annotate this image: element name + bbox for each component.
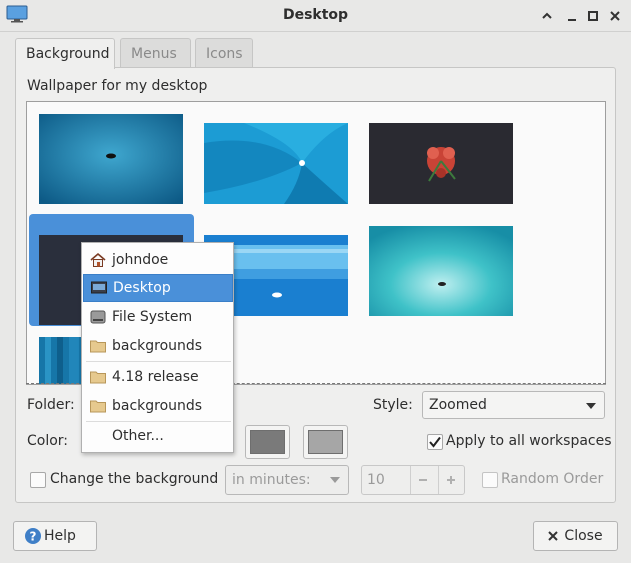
checkmark-icon (429, 436, 441, 448)
folder-menu[interactable]: johndoe Desktop File System backgrounds … (81, 242, 234, 453)
secondary-color-button[interactable] (303, 425, 348, 459)
menu-item-label: johndoe (112, 252, 169, 268)
maximize-icon (588, 11, 598, 21)
help-label: Help (44, 528, 76, 544)
apply-all-checkbox[interactable] (427, 434, 443, 450)
style-label: Style: (373, 397, 413, 413)
help-icon: ? (25, 528, 41, 544)
home-icon (89, 252, 107, 268)
menu-item-label: backgrounds (112, 398, 203, 414)
tab-label: Menus (131, 45, 177, 62)
plus-icon (446, 476, 455, 484)
wallpaper-thumb-blue-mouse[interactable] (39, 114, 183, 204)
wallpaper-thumb-blue-swirl[interactable] (204, 123, 348, 213)
menu-item-4-18-release[interactable]: 4.18 release (83, 363, 233, 391)
dropdown-arrow-icon (586, 403, 596, 409)
menu-item-backgrounds-2[interactable]: backgrounds (83, 392, 233, 420)
shade-button[interactable] (537, 6, 557, 26)
close-button[interactable]: Close (533, 521, 618, 551)
folder-icon (89, 338, 107, 354)
menu-item-label: File System (112, 309, 193, 325)
minimize-button[interactable] (562, 6, 582, 26)
interval-spinbutton[interactable]: 10 (361, 465, 465, 495)
wallpaper-thumb-teal-glow[interactable] (369, 226, 513, 316)
chevron-up-icon (542, 12, 552, 19)
close-label: Close (564, 528, 603, 544)
tab-label: Icons (206, 45, 243, 62)
random-order-label: Random Order (501, 471, 604, 487)
folder-icon (89, 369, 107, 385)
style-value: Zoomed (429, 397, 487, 413)
close-icon (610, 11, 620, 21)
menu-item-label: 4.18 release (112, 369, 199, 385)
menu-item-other[interactable]: Other... (83, 422, 233, 450)
change-background-label: Change the background (50, 471, 219, 487)
desktop-icon (90, 280, 108, 296)
secondary-color-swatch (308, 430, 343, 454)
primary-color-swatch (250, 430, 285, 454)
help-button[interactable]: ? Help (13, 521, 97, 551)
minimize-icon (568, 19, 576, 21)
tab-label: Background (26, 46, 110, 62)
menu-separator (86, 361, 231, 362)
tab-icons[interactable]: Icons (195, 38, 253, 68)
random-order-checkbox[interactable] (482, 472, 498, 488)
minus-icon (418, 479, 427, 481)
tab-menus[interactable]: Menus (120, 38, 191, 68)
color-label: Color: (27, 433, 69, 449)
apply-all-label: Apply to all workspaces (446, 433, 612, 449)
change-background-checkbox[interactable] (30, 472, 46, 488)
menu-item-file-system[interactable]: File System (83, 303, 233, 331)
menu-item-backgrounds[interactable]: backgrounds (83, 332, 233, 360)
increment-button[interactable] (438, 466, 462, 494)
folder-icon (89, 398, 107, 414)
style-combo[interactable]: Zoomed (422, 391, 605, 419)
dropdown-arrow-icon (330, 477, 340, 483)
folder-label: Folder: (27, 397, 75, 413)
menu-item-label: backgrounds (112, 338, 203, 354)
close-window-button[interactable] (605, 6, 625, 26)
drive-icon (89, 309, 107, 325)
menu-item-label: Desktop (113, 280, 171, 296)
section-label: Wallpaper for my desktop (27, 78, 208, 94)
wallpaper-thumb-dark-floral[interactable] (369, 123, 513, 213)
interval-number: 10 (367, 472, 385, 488)
tab-background[interactable]: Background (15, 38, 115, 69)
decrement-button[interactable] (410, 466, 434, 494)
menu-item-desktop[interactable]: Desktop (83, 274, 233, 302)
menu-item-label: Other... (112, 428, 164, 444)
interval-value: in minutes: (232, 472, 311, 488)
maximize-button[interactable] (583, 6, 603, 26)
svg-text:?: ? (30, 530, 37, 544)
close-icon (548, 531, 559, 541)
primary-color-button[interactable] (245, 425, 290, 459)
menu-item-johndoe[interactable]: johndoe (83, 246, 233, 274)
title-bar: Desktop (0, 0, 631, 32)
interval-combo[interactable]: in minutes: (225, 465, 349, 495)
